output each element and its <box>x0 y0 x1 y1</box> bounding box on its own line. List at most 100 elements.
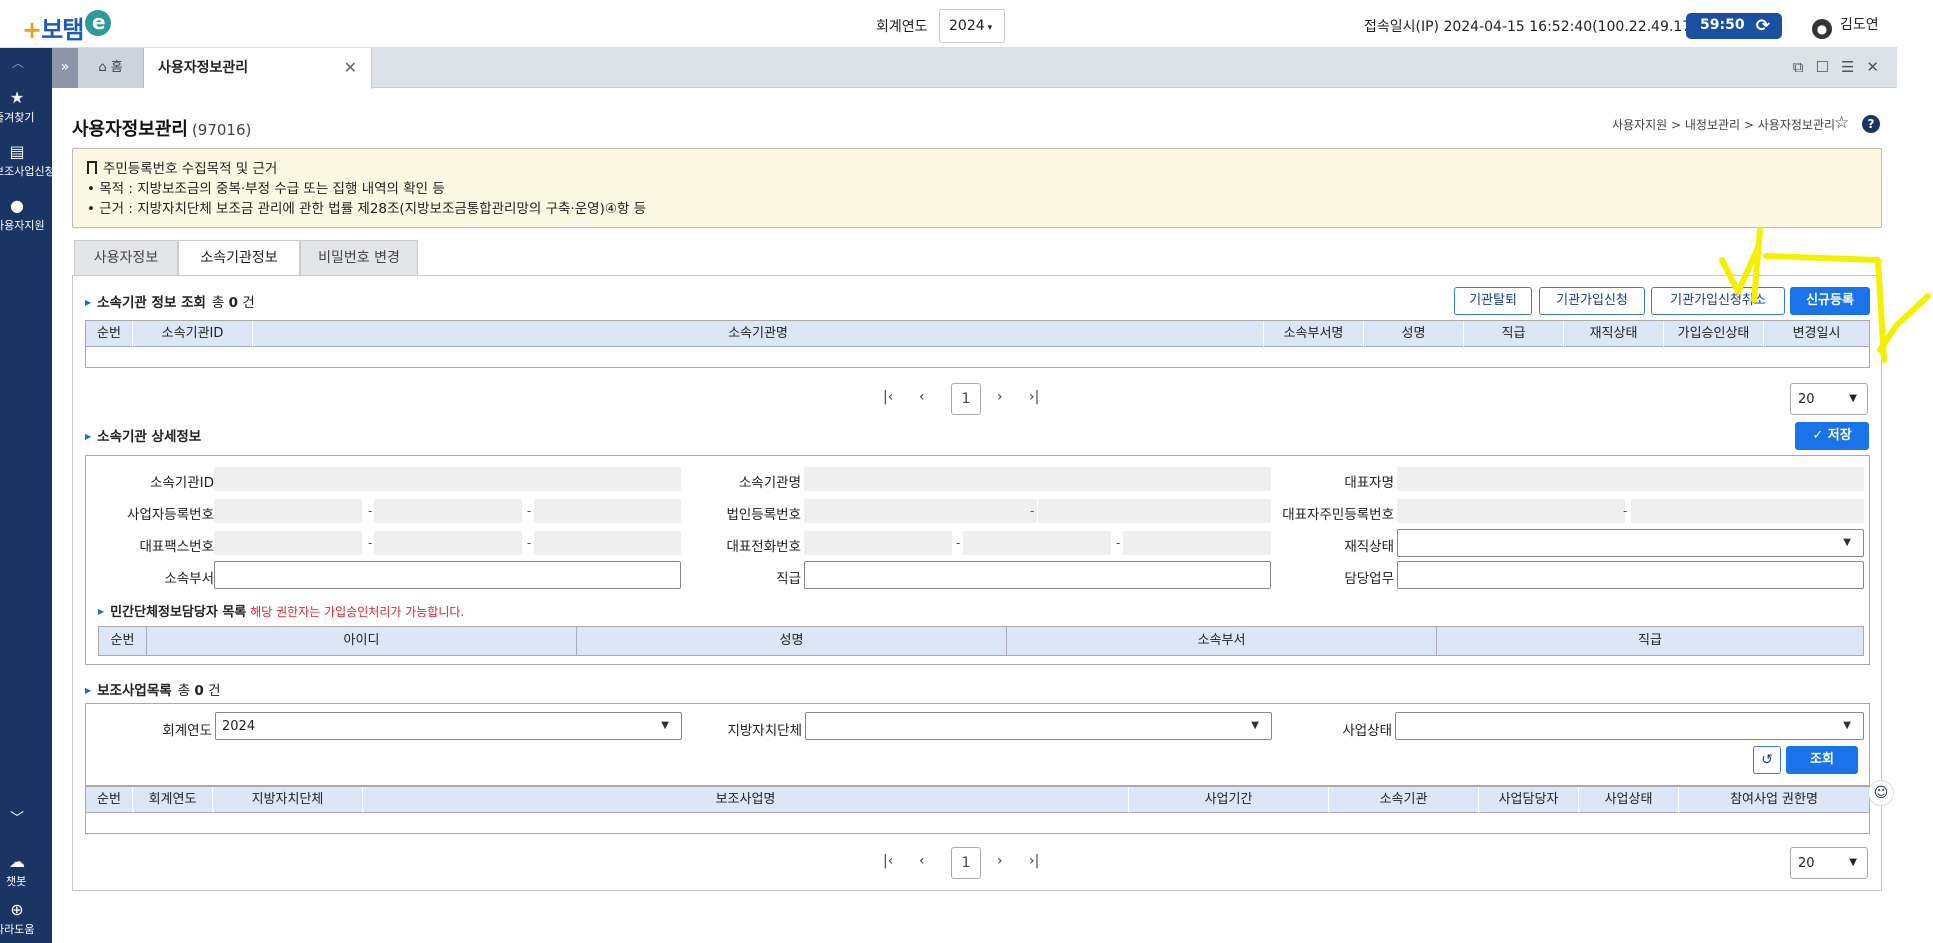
rank-input[interactable] <box>804 561 1271 589</box>
last-page-icon[interactable]: ›| <box>1029 389 1039 405</box>
col-project-name[interactable]: 보조사업명 <box>363 787 1129 813</box>
chevron-down-icon[interactable]: ﹀ <box>10 808 24 828</box>
project-list-page-size[interactable]: 20 ▼ <box>1790 847 1868 879</box>
close-icon[interactable]: ✕ <box>344 48 357 88</box>
login-info: 접속일시(IP) 2024-04-15 16:52:40(100.22.49.1… <box>1364 19 1706 35</box>
sidebar-item-user-support[interactable]: ● 사용자지원 <box>0 196 52 233</box>
col-fiscal-year[interactable]: 회계연도 <box>133 787 213 813</box>
chatbot-float-icon[interactable]: ☺ <box>1868 780 1894 806</box>
session-timer[interactable]: 59:50 ⟳ <box>1686 13 1782 39</box>
col-seq[interactable]: 순번 <box>86 787 133 813</box>
check-icon: ✓ <box>1812 428 1824 443</box>
org-list-header: 순번 소속기관ID 소속기관명 소속부서명 성명 직급 재직상태 가입승인상태 … <box>86 321 1869 347</box>
reset-icon: ↺ <box>1761 752 1773 768</box>
col-name[interactable]: 성명 <box>1364 321 1464 347</box>
next-page-icon[interactable]: › <box>997 389 1003 405</box>
col-rank[interactable]: 직급 <box>1437 627 1863 655</box>
sidebar-item-naradoum[interactable]: ⊕ 나라도움 <box>0 900 52 937</box>
dash: - <box>1623 504 1628 518</box>
dash: - <box>1030 504 1035 518</box>
caret-down-icon: ▼ <box>1251 720 1259 731</box>
tab-org-info[interactable]: 소속기관정보 <box>178 240 300 276</box>
ceo-rrn-1 <box>1397 499 1625 523</box>
help-icon[interactable]: ? <box>1862 115 1880 133</box>
chatbot-icon: ☁ <box>9 852 25 871</box>
project-list-grid: 순번 회계연도 지방자치단체 보조사업명 사업기간 소속기관 사업담당자 사업상… <box>85 786 1870 834</box>
col-dept-name[interactable]: 소속부서명 <box>1264 321 1364 347</box>
project-filter-box: 회계연도 2024 ▼ 지방자치단체 ▼ 사업상태 ▼ ↺ 조회 <box>85 703 1870 786</box>
duty-input[interactable] <box>1397 561 1864 589</box>
user-profile[interactable]: ● 김도연 <box>1812 14 1879 39</box>
sidebar-item-subsidy-apply[interactable]: ▤ 보조사업신청 <box>0 142 52 179</box>
chevron-up-icon[interactable]: ︿ <box>12 54 24 71</box>
tab-user-info[interactable]: 사용자정보 <box>74 240 178 276</box>
tab-password-change[interactable]: 비밀번호 변경 <box>300 240 418 276</box>
square-icon[interactable]: ☐ <box>1816 58 1841 76</box>
copy-icon[interactable]: ⧉ <box>1793 58 1816 76</box>
col-id[interactable]: 아이디 <box>147 627 577 655</box>
col-seq[interactable]: 순번 <box>99 627 147 655</box>
first-page-icon[interactable]: |‹ <box>883 853 893 869</box>
col-dept[interactable]: 소속부서 <box>1007 627 1437 655</box>
col-rank[interactable]: 직급 <box>1464 321 1564 347</box>
refresh-icon[interactable]: ⟳ <box>1756 16 1770 36</box>
org-list-page-size[interactable]: 20 ▼ <box>1790 383 1868 415</box>
col-project-period[interactable]: 사업기간 <box>1129 787 1329 813</box>
next-page-icon[interactable]: › <box>997 853 1003 869</box>
tab-user-info-management[interactable]: 사용자정보관리 ✕ <box>144 48 372 89</box>
org-list-pager: |‹ ‹ 1 › ›| <box>883 383 1043 415</box>
col-role-name[interactable]: 참여사업 권한명 <box>1679 787 1869 813</box>
prev-page-icon[interactable]: ‹ <box>919 389 925 405</box>
close-all-icon[interactable]: ✕ <box>1866 58 1891 76</box>
list-icon[interactable]: ☰ <box>1841 58 1866 76</box>
col-employment-status[interactable]: 재직상태 <box>1564 321 1664 347</box>
home-icon: ⌂ <box>98 60 107 75</box>
sidebar-item-chatbot[interactable]: ☁ 챗봇 <box>0 852 52 889</box>
fiscal-year-select[interactable]: 2024 ▼ <box>215 712 682 740</box>
col-local-gov[interactable]: 지방자치단체 <box>213 787 363 813</box>
col-org[interactable]: 소속기관 <box>1329 787 1479 813</box>
org-withdraw-button[interactable]: 기관탈퇴 <box>1454 287 1532 315</box>
project-status-select[interactable]: ▼ <box>1395 712 1864 740</box>
rank-label: 직급 <box>776 571 801 587</box>
project-list-title: ▶ 보조사업목록 총 0 건 <box>85 683 221 699</box>
logo[interactable]: +보탬 e <box>22 10 112 45</box>
last-page-icon[interactable]: ›| <box>1029 853 1039 869</box>
org-list-title: ▶ 소속기관 정보 조회 총 0 건 <box>85 295 255 311</box>
reset-button[interactable]: ↺ <box>1753 746 1781 774</box>
corp-no-label: 법인등록번호 <box>726 507 801 523</box>
expand-icon[interactable]: » <box>52 48 78 88</box>
col-org-id[interactable]: 소속기관ID <box>133 321 253 347</box>
sidebar-item-favorites[interactable]: ★ 즐겨찾기 <box>0 88 52 125</box>
favorite-star-icon[interactable]: ☆ <box>1834 113 1849 133</box>
project-list-pager: |‹ ‹ 1 › ›| <box>883 847 1043 879</box>
col-project-manager[interactable]: 사업담당자 <box>1479 787 1579 813</box>
org-id-label: 소속기관ID <box>149 475 214 491</box>
col-seq[interactable]: 순번 <box>86 321 133 347</box>
dept-input[interactable] <box>214 561 681 589</box>
biz-no-3 <box>534 499 681 523</box>
caret-down-icon: ▾ <box>987 23 993 33</box>
col-project-status[interactable]: 사업상태 <box>1579 787 1679 813</box>
tab-home[interactable]: ⌂ 홈 <box>78 48 144 88</box>
fiscal-year-label: 회계연도 <box>876 19 928 35</box>
org-detail-title: ▶ 소속기관 상세정보 <box>85 429 202 445</box>
prev-page-icon[interactable]: ‹ <box>919 853 925 869</box>
highlight-scribble <box>1719 227 1931 363</box>
dash: - <box>368 504 373 518</box>
col-name[interactable]: 성명 <box>577 627 1007 655</box>
ceo-field <box>1397 467 1864 491</box>
employment-status-select[interactable]: ▼ <box>1397 529 1864 557</box>
local-gov-select[interactable]: ▼ <box>805 712 1272 740</box>
col-org-name[interactable]: 소속기관명 <box>253 321 1264 347</box>
fiscal-year-select[interactable]: 2024 ▾ <box>939 9 1005 43</box>
search-button[interactable]: 조회 <box>1786 746 1858 774</box>
save-button[interactable]: ✓ 저장 <box>1795 422 1869 450</box>
first-page-icon[interactable]: |‹ <box>883 389 893 405</box>
notice-box: 주민등록번호 수집목적 및 근거 • 목적 : 지방보조금의 중복·부정 수급 … <box>72 148 1882 228</box>
page-number[interactable]: 1 <box>951 847 981 879</box>
caret-down-icon: ▼ <box>1849 857 1857 868</box>
org-list-grid: 순번 소속기관ID 소속기관명 소속부서명 성명 직급 재직상태 가입승인상태 … <box>85 320 1870 368</box>
org-join-button[interactable]: 기관가입신청 <box>1539 287 1645 315</box>
page-number[interactable]: 1 <box>951 383 981 415</box>
